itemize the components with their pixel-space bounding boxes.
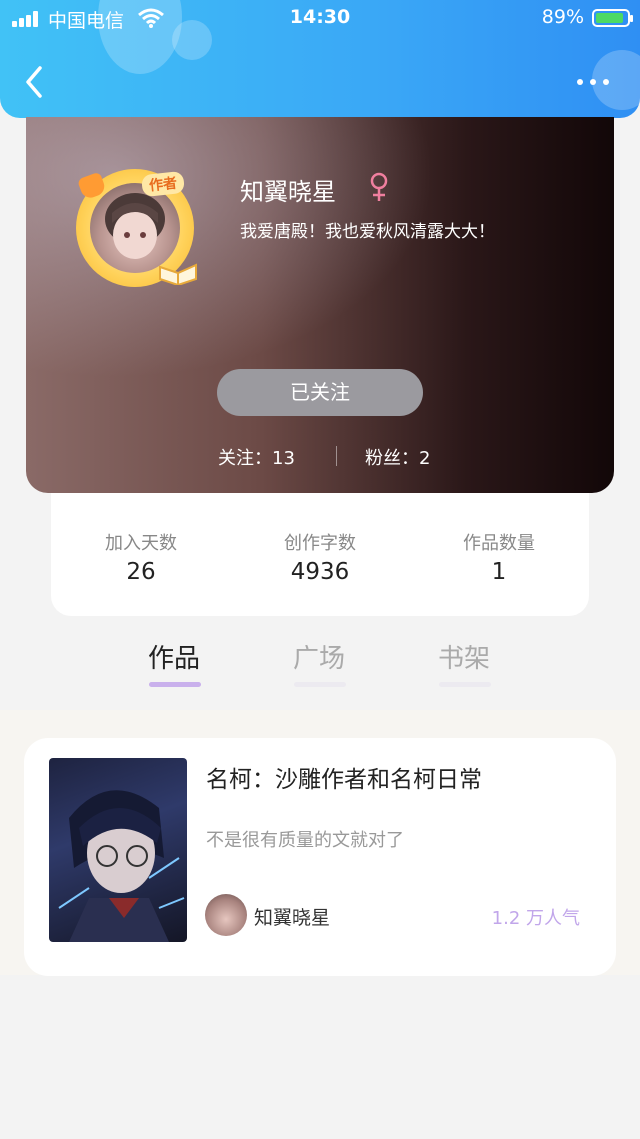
stat-value: 1 [491, 559, 507, 585]
work-cover-image [49, 758, 187, 942]
female-icon [370, 172, 388, 201]
tab-bookshelf[interactable]: 书架 [438, 638, 490, 675]
profile-name: 知翼晓星 [240, 178, 336, 206]
tab-underline [439, 682, 491, 687]
stat-work-count: 作品数量 1 [409, 529, 589, 585]
divider [336, 446, 337, 466]
stats-panel: 加入天数 26 创作字数 4936 作品数量 1 [51, 493, 589, 616]
work-title: 名柯：沙雕作者和名柯日常 [206, 767, 482, 793]
top-header: 中国电信 14:30 89% [0, 0, 640, 118]
avatar[interactable]: 作者 [70, 163, 200, 293]
stat-value: 26 [126, 559, 156, 585]
stat-join-days: 加入天数 26 [51, 529, 231, 585]
stat-word-count: 创作字数 4936 [230, 529, 410, 585]
book-icon [159, 263, 197, 285]
tab-indicator [149, 682, 201, 687]
following-count[interactable]: 关注：13 [218, 444, 295, 470]
profile-card: 作者 知翼晓星 我爱唐殿！我也爱秋风清露大大！ 已关注 关注：13 粉丝：2 [26, 117, 614, 493]
tab-works[interactable]: 作品 [148, 638, 200, 675]
tab-underline [294, 682, 346, 687]
profile-bio: 我爱唐殿！我也爱秋风清露大大！ [240, 222, 495, 242]
work-description: 不是很有质量的文就对了 [206, 830, 404, 851]
tab-square[interactable]: 广场 [293, 638, 345, 675]
chevron-left-icon[interactable] [22, 64, 50, 100]
follow-button[interactable]: 已关注 [217, 369, 423, 416]
battery-percent: 89% [541, 6, 584, 28]
stat-label: 作品数量 [463, 533, 535, 554]
work-author-name: 知翼晓星 [254, 907, 331, 929]
work-author-avatar [205, 894, 247, 936]
work-popularity: 1.2 万人气 [491, 908, 580, 929]
more-horizontal-icon[interactable] [576, 72, 610, 92]
stat-label: 加入天数 [105, 533, 177, 554]
battery-icon [592, 9, 633, 27]
work-card[interactable]: 名柯：沙雕作者和名柯日常 不是很有质量的文就对了 知翼晓星 1.2 万人气 [24, 738, 616, 976]
status-bar: 中国电信 14:30 89% [0, 6, 640, 32]
stat-label: 创作字数 [284, 533, 356, 554]
fans-count[interactable]: 粉丝：2 [365, 444, 430, 470]
stat-value: 4936 [290, 559, 350, 585]
